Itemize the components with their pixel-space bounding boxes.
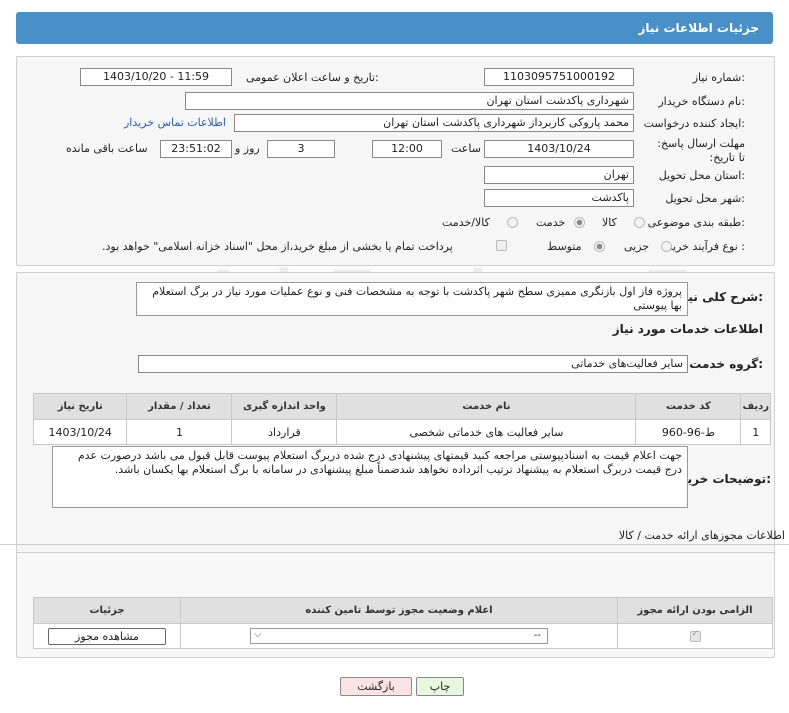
process-label: نوع فرآیند خرید : [667, 240, 745, 253]
page-header: جزئیات اطلاعات نیاز [16, 12, 773, 44]
row-name: سایر فعالیت های خدماتی شخصی [336, 419, 637, 445]
province-label: استان محل تحویل: [658, 169, 745, 182]
category-radio-goods-service[interactable] [507, 217, 518, 228]
permits-table-header: الزامی بودن ارائه مجوز اعلام وضعیت مجوز … [33, 597, 773, 624]
permits-table: الزامی بودن ارائه مجوز اعلام وضعیت مجوز … [33, 597, 773, 649]
services-table: ردیف کد خدمت نام خدمت واحد اندازه گیری ت… [32, 393, 771, 445]
contact-buyer-link[interactable]: اطلاعات تماس خریدار [124, 116, 226, 129]
category-option-goods: کالا [602, 216, 617, 229]
row-code: ط-96-960 [635, 419, 742, 445]
permit-required-checkbox: ✓ [689, 629, 701, 642]
buyer-label: نام دستگاه خریدار: [658, 95, 745, 108]
city-field: پاکدشت [484, 189, 634, 207]
need-number-field: 1103095751000192 [484, 68, 634, 86]
table-row: 1 ط-96-960 سایر فعالیت های خدماتی شخصی ق… [32, 419, 771, 445]
remaining-time-field: 23:51:02 [160, 140, 232, 158]
print-button[interactable]: چاپ [416, 677, 464, 696]
col-index: ردیف [740, 393, 771, 420]
province-field: تهران [484, 166, 634, 184]
chevron-down-icon: ⌵ [254, 629, 262, 640]
category-radio-service[interactable] [574, 217, 585, 228]
services-table-header: ردیف کد خدمت نام خدمت واحد اندازه گیری ت… [32, 393, 771, 420]
row-date: 1403/10/24 [32, 419, 128, 445]
need-number-label: شماره نیاز: [692, 71, 745, 84]
payment-note: پرداخت تمام یا بخشی از مبلغ خرید،از محل … [102, 240, 453, 253]
row-index: 1 [740, 419, 771, 445]
process-radio-minor[interactable] [661, 241, 672, 252]
description-textarea[interactable]: پروژه فاز اول بازنگری ممیزی سطح شهر پاکد… [136, 282, 688, 316]
service-group-label: گروه خدمت: [689, 357, 763, 371]
col-code: کد خدمت [635, 393, 742, 420]
creator-field: محمد پاروکی کاربرداز شهرداری پاکدشت استا… [234, 114, 634, 132]
category-option-service: خدمت [536, 216, 566, 229]
deadline-date-field: 1403/10/24 [484, 140, 634, 158]
permit-status-value: -- [533, 630, 541, 641]
remaining-label: ساعت باقی مانده [66, 142, 148, 155]
city-label: شهر محل تحویل: [665, 192, 745, 205]
col-qty: تعداد / مقدار [126, 393, 233, 420]
table-row: ✓ -- ⌵ مشاهده مجوز [33, 623, 773, 649]
permits-title: اطلاعات مجوزهای ارائه خدمت / کالا [618, 529, 785, 542]
buyer-field: شهرداری پاکدشت استان تهران [185, 92, 634, 110]
process-option-medium: متوسط [547, 240, 582, 253]
announce-field: 1403/10/20 - 11:59 [80, 68, 232, 86]
deadline-time-field: 12:00 [372, 140, 442, 158]
page-title: جزئیات اطلاعات نیاز [638, 21, 759, 35]
description-label: شرح کلی نیاز: [677, 290, 763, 304]
permits-divider [0, 544, 789, 545]
buyer-notes-textarea[interactable]: جهت اعلام قیمت به اسنادپیوستی مراجعه کنی… [52, 446, 688, 508]
category-option-goods-service: کالا/خدمت [442, 216, 490, 229]
announce-label: تاریخ و ساعت اعلان عمومی: [246, 71, 379, 84]
permit-details-cell: مشاهده مجوز [33, 623, 181, 649]
process-radio-medium[interactable] [594, 241, 605, 252]
deadline-label: مهلت ارسال پاسخ: تا تاریخ: [657, 137, 745, 164]
category-radio-goods[interactable] [634, 217, 645, 228]
back-button[interactable]: بازگشت [340, 677, 412, 696]
process-option-minor: جزیی [624, 240, 650, 253]
creator-label: ایجاد کننده درخواست: [643, 117, 745, 130]
services-section-title: اطلاعات خدمات مورد نیاز [612, 322, 763, 336]
payment-checkbox[interactable] [496, 240, 507, 251]
permit-status-cell: -- ⌵ [180, 623, 618, 649]
category-label: طبقه بندی موضوعی: [647, 216, 745, 229]
deadline-time-label: ساعت [451, 142, 481, 155]
col-permit-details: جزئیات [33, 597, 181, 624]
days-field: 3 [267, 140, 335, 158]
permit-status-select[interactable]: -- ⌵ [250, 628, 548, 644]
row-unit: قرارداد [231, 419, 338, 445]
col-unit: واحد اندازه گیری [231, 393, 338, 420]
check-icon: ✓ [691, 629, 700, 639]
service-group-field: سایر فعالیت‌های خدماتی [138, 355, 688, 373]
col-name: نام خدمت [336, 393, 637, 420]
col-permit-status: اعلام وضعیت مجوز توسط تامین کننده [180, 597, 618, 624]
permit-required-cell: ✓ [617, 623, 773, 649]
days-label: روز و [235, 142, 260, 155]
row-qty: 1 [126, 419, 233, 445]
view-permit-button[interactable]: مشاهده مجوز [48, 627, 166, 645]
col-permit-required: الزامی بودن ارائه مجوز [617, 597, 773, 624]
col-date: تاریخ نیاز [32, 393, 128, 420]
